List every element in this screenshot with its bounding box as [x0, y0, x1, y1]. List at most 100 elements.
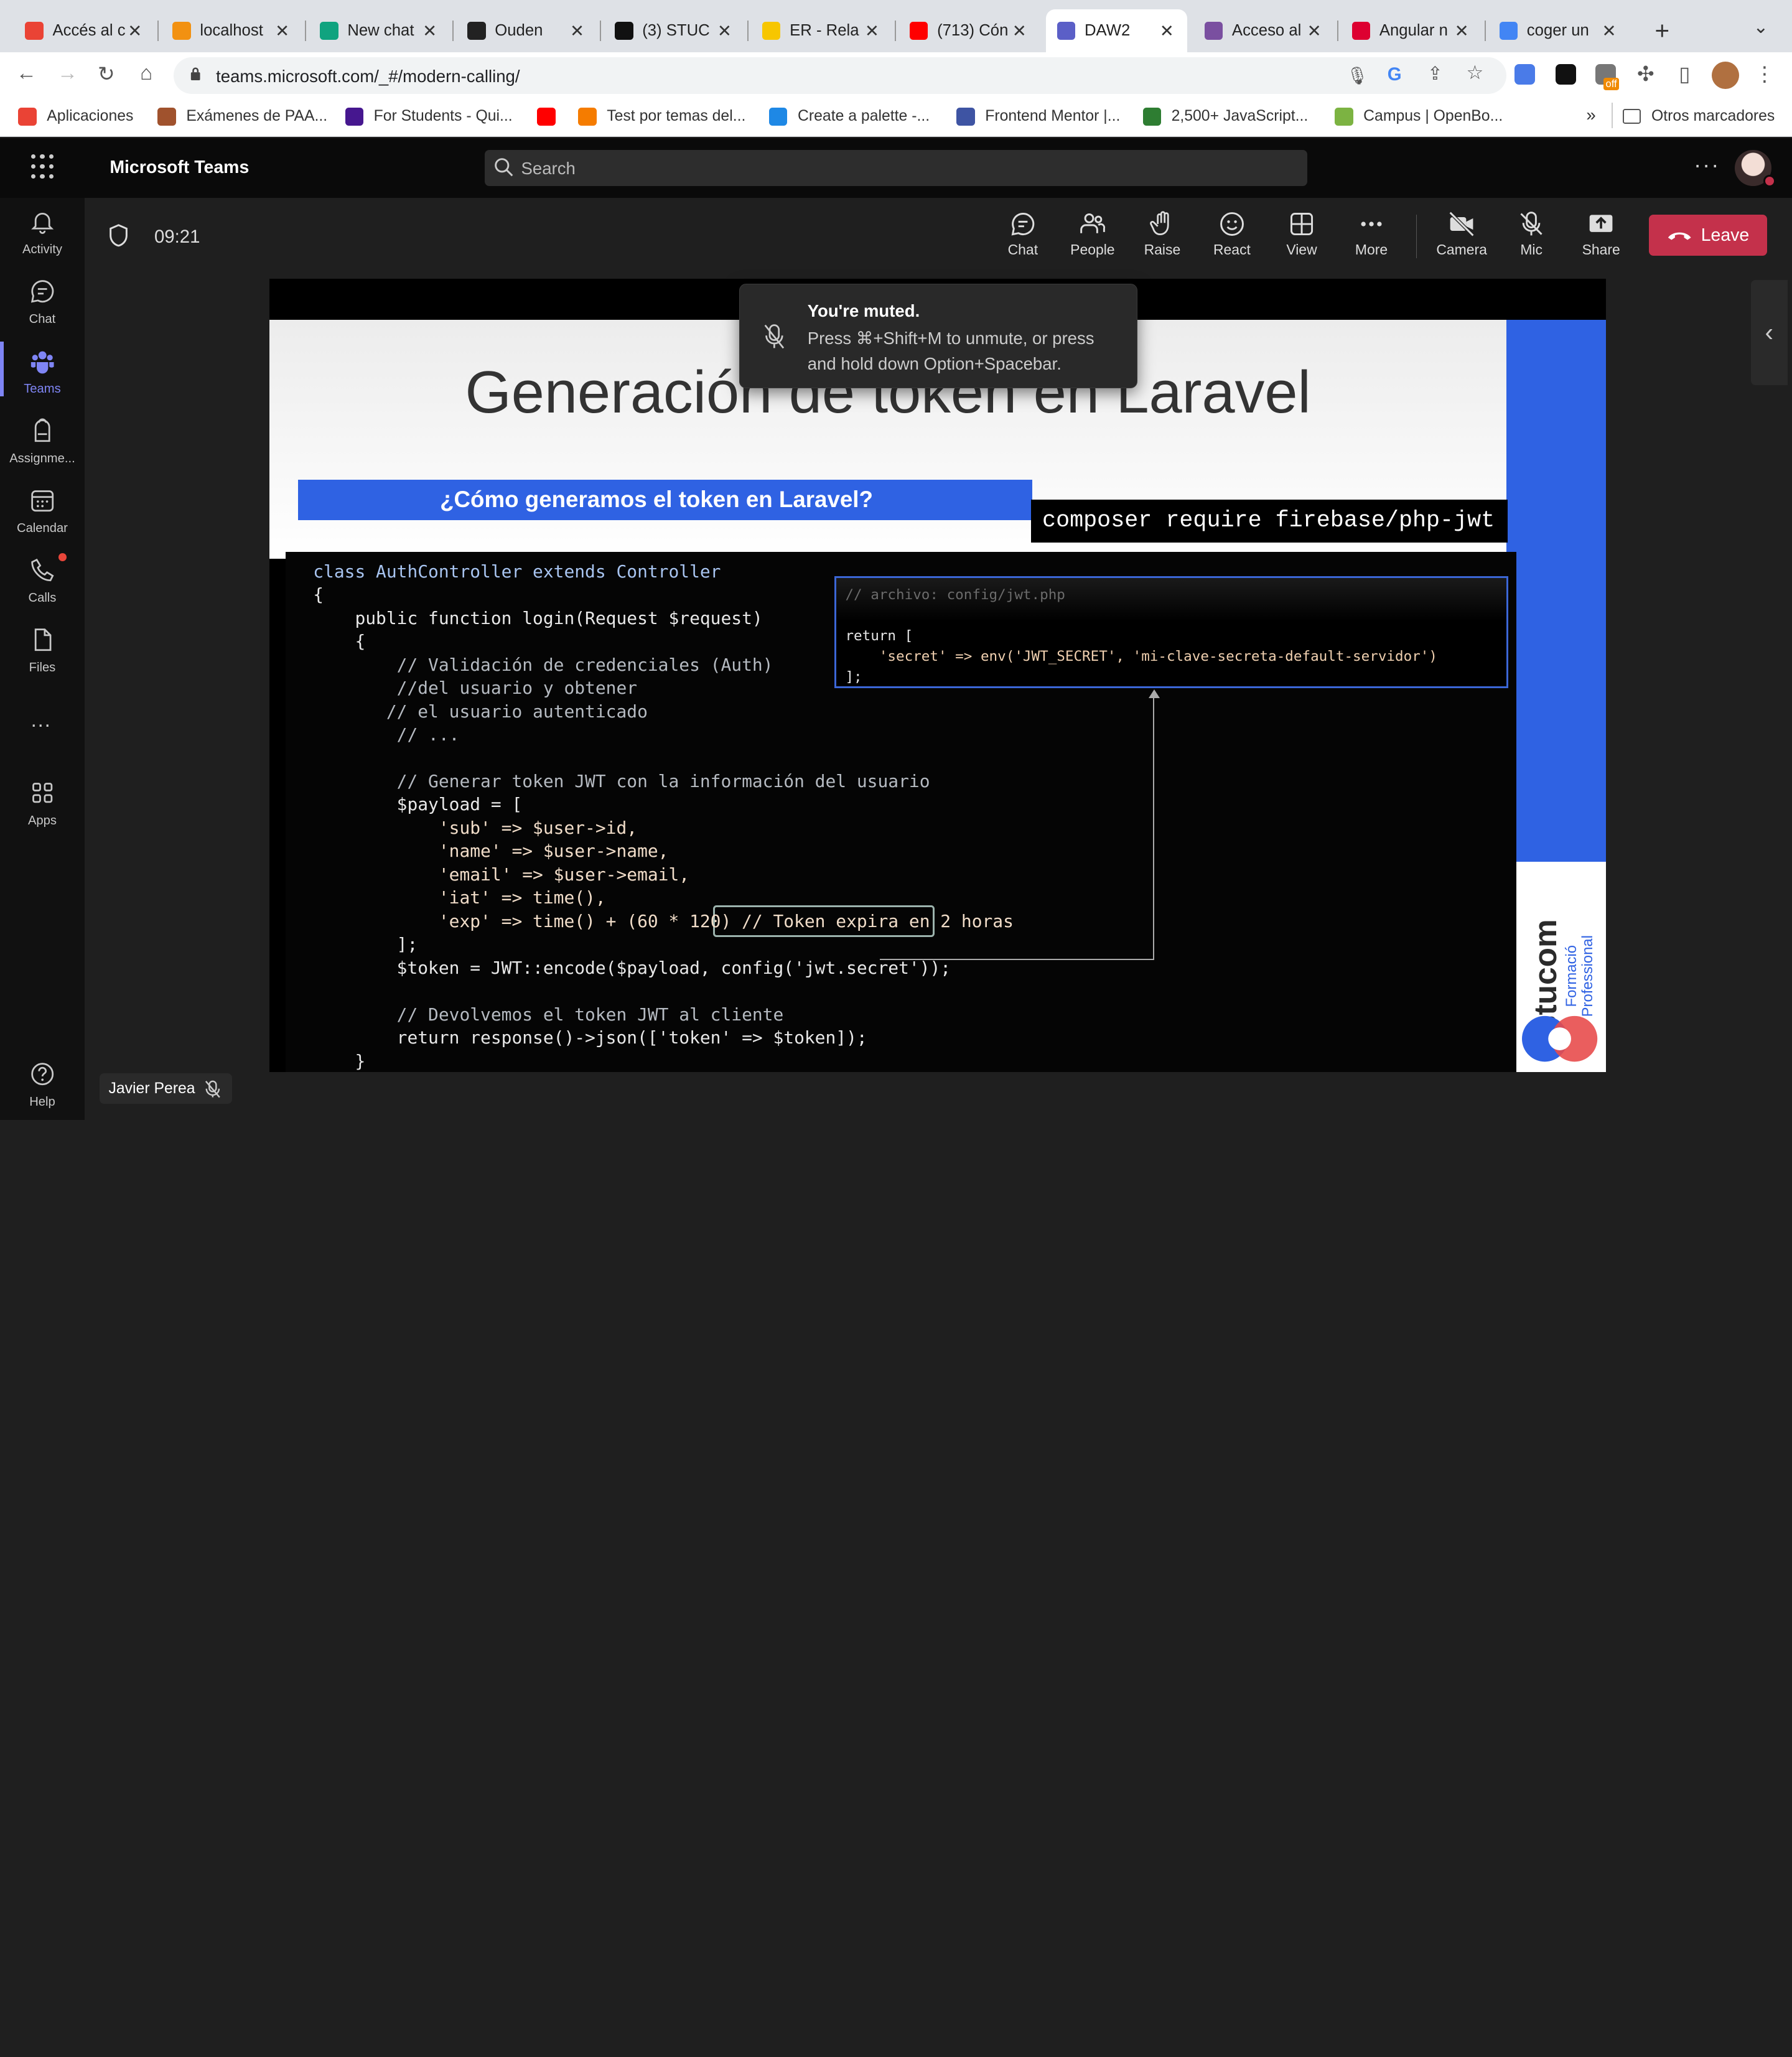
back-icon[interactable]: ← — [14, 62, 39, 85]
help-icon — [31, 1063, 54, 1086]
close-tab-icon[interactable]: ✕ — [1600, 21, 1618, 41]
browser-tab[interactable]: (3) STUC ✕ — [604, 9, 745, 53]
rail-item-label: Apps — [27, 814, 57, 828]
search-input[interactable]: Search — [484, 149, 1308, 187]
rail-item-help[interactable]: Help — [0, 1061, 85, 1109]
raise-button[interactable]: Raise — [1129, 210, 1196, 258]
bookmarks-overflow[interactable]: » — [1586, 105, 1595, 125]
folder-icon — [1623, 108, 1641, 124]
chat-button[interactable]: Chat — [990, 210, 1057, 258]
browser-tab[interactable]: Accés al c ✕ — [14, 9, 156, 53]
rail-item-files[interactable]: Files — [0, 627, 85, 675]
other-bookmarks[interactable]: Otros marcadores — [1623, 108, 1775, 125]
google-icon[interactable]: G — [1388, 64, 1402, 85]
mic-button[interactable]: Mic — [1498, 210, 1565, 258]
angular-extension-icon[interactable] — [1555, 63, 1576, 85]
people-button[interactable]: People — [1060, 210, 1126, 258]
react-label: React — [1213, 241, 1251, 258]
controls-divider — [1416, 215, 1417, 259]
share-button[interactable]: Share — [1568, 210, 1635, 258]
rail-item-label: Files — [29, 661, 56, 675]
view-button[interactable]: View — [1269, 210, 1335, 258]
tab-favicon-icon — [1204, 21, 1223, 40]
tab-title: (713) Cón — [937, 22, 1009, 40]
close-tab-icon[interactable]: ✕ — [421, 21, 439, 41]
profile-avatar[interactable] — [1712, 62, 1740, 90]
close-tab-icon[interactable]: ✕ — [716, 21, 734, 41]
share-icon[interactable]: ⇪ — [1427, 63, 1443, 85]
close-tab-icon[interactable]: ✕ — [1010, 21, 1029, 41]
bookmark-item[interactable]: For Students - Qui... — [345, 107, 513, 126]
view-label: View — [1286, 241, 1317, 258]
bookmark-item[interactable] — [537, 107, 566, 126]
bookmark-item[interactable]: Frontend Mentor |... — [956, 107, 1120, 126]
more-button[interactable]: More — [1338, 210, 1405, 258]
rail-item-label: Teams — [24, 381, 61, 396]
settings-more-icon[interactable]: ··· — [1694, 152, 1720, 178]
code-line: { — [313, 631, 366, 652]
rail-item-activity[interactable]: Activity — [0, 209, 85, 257]
browser-tab[interactable]: coger un ✕ — [1488, 9, 1630, 53]
bookmark-item[interactable]: Test por temas del... — [578, 107, 745, 126]
bookmark-favicon-icon — [1335, 107, 1353, 126]
other-bookmarks-label: Otros marcadores — [1651, 107, 1775, 124]
code-line: // Validación de credenciales (Auth) — [313, 654, 773, 675]
browser-tab[interactable]: (713) Cón ✕ — [898, 9, 1040, 53]
side-panel-icon[interactable]: ▯ — [1672, 62, 1697, 86]
shield-icon[interactable] — [108, 224, 129, 247]
home-icon[interactable]: ⌂ — [134, 62, 159, 85]
rail-item-teams[interactable]: Teams — [0, 348, 85, 396]
close-tab-icon[interactable]: ✕ — [1158, 21, 1176, 41]
browser-menu-icon[interactable]: ⋮ — [1752, 62, 1777, 86]
rail-item-calls[interactable]: Calls — [0, 557, 85, 605]
bookmark-item[interactable]: 2,500+ JavaScript... — [1142, 107, 1308, 126]
puzzle-icon[interactable]: ✣ — [1633, 62, 1658, 86]
rail-item-label: Help — [29, 1095, 55, 1109]
leave-button[interactable]: Leave — [1649, 215, 1767, 256]
close-tab-icon[interactable]: ✕ — [1452, 21, 1470, 41]
browser-tab[interactable]: DAW2 ✕ — [1045, 9, 1188, 53]
stucom-logo: stucom Formació Professional — [1516, 861, 1606, 1072]
new-tab-icon[interactable]: + — [1655, 16, 1670, 45]
bookmark-item[interactable]: Campus | OpenBo... — [1335, 107, 1503, 126]
address-bar[interactable]: teams.microsoft.com/_#/modern-calling/ 🎙… — [174, 57, 1506, 94]
close-tab-icon[interactable]: ✕ — [863, 21, 881, 41]
close-tab-icon[interactable]: ✕ — [273, 21, 291, 41]
tab-favicon-icon — [320, 21, 338, 40]
expand-panel-chevron-icon[interactable]: ‹ — [1750, 279, 1788, 385]
tab-search-chevron-icon[interactable]: ⌄ — [1753, 16, 1768, 38]
browser-toolbar: ← → ↻ ⌂ teams.microsoft.com/_#/modern-ca… — [0, 52, 1792, 98]
rail-item-chat[interactable]: Chat — [0, 279, 85, 327]
browser-tab[interactable]: Ouden ✕ — [456, 9, 598, 53]
code-line: return response()->json(['token' => $tok… — [313, 1027, 867, 1048]
browser-tab[interactable]: ER - Rela ✕ — [751, 9, 893, 53]
bookmark-label: Aplicaciones — [47, 108, 134, 125]
bookmark-star-icon[interactable]: ☆ — [1466, 62, 1483, 84]
browser-tab[interactable]: Angular n ✕ — [1340, 9, 1482, 53]
browser-tab[interactable]: localhost ✕ — [161, 9, 303, 53]
rail-more-icon[interactable]: ... — [31, 709, 52, 732]
react-button[interactable]: React — [1199, 210, 1266, 258]
browser-tab[interactable]: Acceso al ✕ — [1193, 9, 1335, 53]
close-tab-icon[interactable]: ✕ — [126, 21, 144, 41]
bookmark-item[interactable]: Exámenes de PAA... — [157, 107, 327, 126]
microphone-icon[interactable]: 🎙 — [1346, 65, 1368, 86]
forward-icon[interactable]: → — [55, 62, 80, 85]
code-line: 'exp' => time() + (60 * 120) // Token ex… — [313, 910, 1014, 931]
app-launcher-icon[interactable] — [30, 154, 56, 179]
hangup-icon — [1668, 232, 1691, 240]
bookmark-item[interactable]: Aplicaciones — [18, 107, 134, 126]
bookmark-item[interactable]: Create a palette -... — [769, 107, 930, 126]
rail-item-assignme[interactable]: Assignme... — [0, 418, 85, 466]
reload-icon[interactable]: ↻ — [94, 62, 119, 86]
translate-extension-icon[interactable] — [1514, 63, 1535, 85]
tab-title: localhost — [200, 22, 263, 40]
rail-item-apps[interactable]: Apps — [0, 780, 85, 828]
close-tab-icon[interactable]: ✕ — [1305, 21, 1323, 41]
config-code-line: ]; — [845, 668, 862, 685]
bookmark-label: Campus | OpenBo... — [1363, 108, 1503, 125]
browser-tab[interactable]: New chat ✕ — [309, 9, 450, 53]
close-tab-icon[interactable]: ✕ — [568, 21, 586, 41]
rail-item-calendar[interactable]: Calendar — [0, 488, 85, 536]
camera-button[interactable]: Camera — [1429, 210, 1495, 258]
